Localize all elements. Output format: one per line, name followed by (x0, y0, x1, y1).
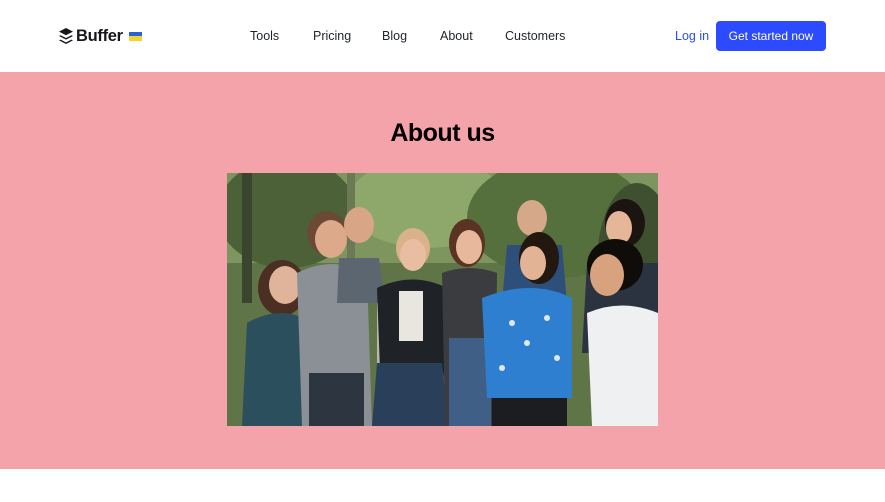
nav-customers[interactable]: Customers (505, 28, 565, 44)
page-title: About us (390, 119, 495, 147)
team-photo (227, 173, 658, 426)
nav-pricing[interactable]: Pricing (313, 28, 351, 44)
nav-blog[interactable]: Blog (382, 28, 407, 44)
nav-about[interactable]: About (440, 28, 473, 44)
login-link[interactable]: Log in (675, 28, 709, 44)
nav-tools[interactable]: Tools (250, 28, 279, 44)
get-started-button[interactable]: Get started now (716, 21, 826, 51)
team-photo-illustration (227, 173, 658, 426)
content-below (0, 469, 885, 502)
site-header: Buffer Tools Pricing Blog About Customer… (0, 0, 885, 72)
about-hero: About us (0, 72, 885, 469)
